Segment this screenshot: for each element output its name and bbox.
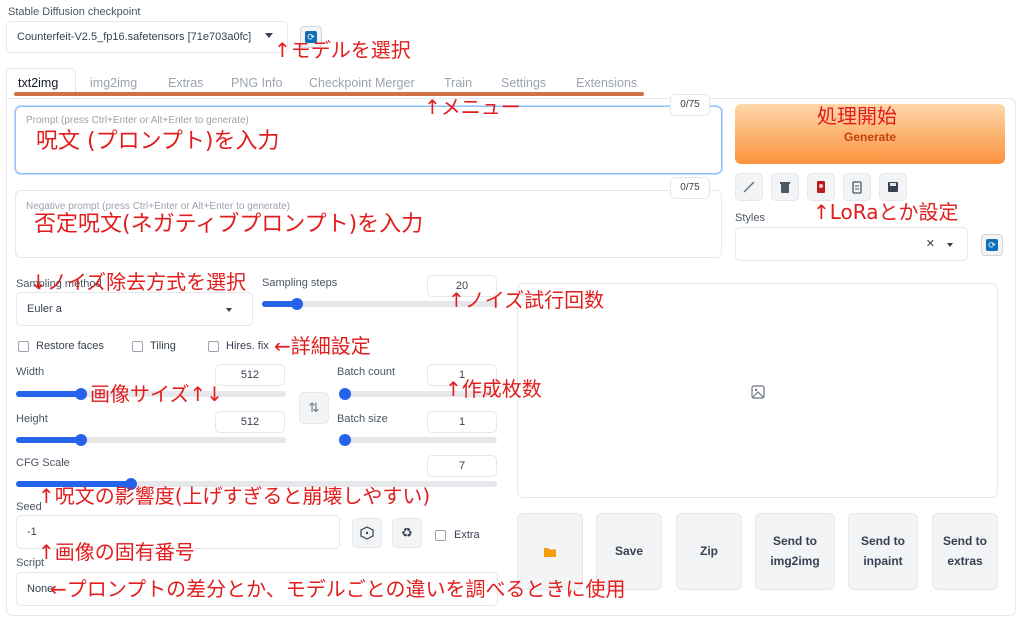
batch-size-slider[interactable] [339,434,497,446]
height-input[interactable]: 512 [215,411,285,433]
swap-icon: ⇅ [308,400,320,415]
chevron-down-icon [265,33,273,38]
slider-handle[interactable] [75,434,87,446]
checkpoint-value: Counterfeit-V2.5_fp16.safetensors [71e70… [17,31,252,43]
tab-png-info[interactable]: PNG Info [231,76,282,90]
slider-handle[interactable] [339,434,351,446]
annotation-steps: ↑ノイズ試行回数 [448,288,605,312]
trash-icon [780,182,790,193]
batch-count-label: Batch count [337,366,396,378]
slider-fill [16,391,81,397]
card-icon [817,181,825,193]
send-to-extras-button[interactable]: Send to extras [932,513,998,590]
width-input[interactable]: 512 [215,364,285,386]
refresh-styles-button[interactable]: ⟳ [981,234,1003,256]
output-image-area [517,283,998,498]
annotation-generate: 処理開始 [817,104,897,128]
tab-checkpoint-merger[interactable]: Checkpoint Merger [309,76,415,90]
floppy-icon [888,182,898,192]
height-slider[interactable] [16,434,286,446]
random-seed-button[interactable] [352,518,382,548]
height-label: Height [16,413,48,425]
sampling-steps-label: Sampling steps [262,277,338,289]
zip-button[interactable]: Zip [676,513,742,590]
hires-fix-checkbox[interactable] [208,341,219,352]
restore-faces-label: Restore faces [36,340,104,352]
save-style-button[interactable] [879,173,907,201]
annotation-script: ←プロンプトの差分とか、モデルごとの違いを調べるときに使用 [50,577,626,601]
annotation-detail: ←詳細設定 [274,334,371,358]
generate-label: Generate [843,130,897,144]
slider-handle[interactable] [75,388,87,400]
tab-img2img[interactable]: img2img [90,76,137,90]
slider-handle[interactable] [291,298,303,310]
width-label: Width [16,366,45,378]
sampling-method-select[interactable]: Euler a [16,292,253,326]
cfg-scale-label: CFG Scale [16,457,70,469]
chevron-down-icon [947,243,953,247]
prompt-token-counter: 0/75 [670,94,710,116]
extra-seed-checkbox[interactable] [435,530,446,541]
annotation-seed: ↑画像の固有番号 [38,540,195,564]
chevron-down-icon [226,308,232,312]
extra-seed-label: Extra [454,529,480,541]
annotation-cfg: ↑呪文の影響度(上げすぎると崩壊しやすい) [38,484,431,508]
annotation-menu: ↑メニュー [424,95,521,119]
prompt-placeholder: Prompt (press Ctrl+Enter or Alt+Enter to… [26,115,249,126]
pencil-icon [743,181,755,193]
restore-faces-checkbox[interactable] [18,341,29,352]
batch-size-label: Batch size [337,413,388,425]
menu-underline [14,92,644,96]
reuse-seed-button[interactable]: ♻ [392,518,422,548]
tab-extensions[interactable]: Extensions [576,76,637,90]
paste-button[interactable] [843,173,871,201]
clipboard-icon [852,181,862,194]
annotation-lora: ↑LoRaとか設定 [813,200,959,224]
tiling-checkbox[interactable] [132,341,143,352]
annotation-model-select: ↑モデルを選択 [274,38,411,62]
checkpoint-label: Stable Diffusion checkpoint [8,6,141,18]
annotation-negative-prompt: 否定呪文(ネガティブプロンプト)を入力 [34,212,424,237]
tab-settings[interactable]: Settings [501,76,546,90]
dice-icon [360,526,374,540]
slider-fill [16,437,81,443]
styles-select[interactable]: ✕ [735,227,968,261]
send-to-inpaint-button[interactable]: Send to inpaint [848,513,918,590]
tab-txt2img[interactable]: txt2img [18,76,58,90]
refresh-icon: ⟳ [986,239,998,251]
annotation-image-size: 画像サイズ↑↓ [90,382,223,406]
batch-size-input[interactable]: 1 [427,411,497,433]
hires-fix-label: Hires. fix [226,340,269,352]
annotation-batch: ↑作成枚数 [445,377,542,401]
tab-train[interactable]: Train [444,76,472,90]
send-to-img2img-button[interactable]: Send to img2img [755,513,835,590]
interrupt-button[interactable] [735,173,763,201]
seed-value: -1 [27,526,37,538]
annotation-sampler: ↓ノイズ除去方式を選択 [30,270,247,294]
styles-label: Styles [735,212,765,224]
clear-icon[interactable]: ✕ [926,237,935,250]
checkpoint-select[interactable]: Counterfeit-V2.5_fp16.safetensors [71e70… [6,21,288,53]
recycle-icon: ♻ [401,525,413,540]
image-placeholder-icon [751,385,765,399]
swap-dimensions-button[interactable]: ⇅ [299,392,329,424]
negative-token-counter: 0/75 [670,177,710,199]
tiling-label: Tiling [150,340,176,352]
tab-extras[interactable]: Extras [168,76,203,90]
slider-handle[interactable] [339,388,351,400]
sampling-method-value: Euler a [27,303,62,315]
trash-button[interactable] [771,173,799,201]
negative-prompt-placeholder: Negative prompt (press Ctrl+Enter or Alt… [26,201,291,212]
cfg-scale-input[interactable]: 7 [427,455,497,477]
folder-icon [544,547,556,557]
extra-networks-button[interactable] [807,173,835,201]
annotation-prompt: 呪文 (プロンプト)を入力 [36,129,280,154]
